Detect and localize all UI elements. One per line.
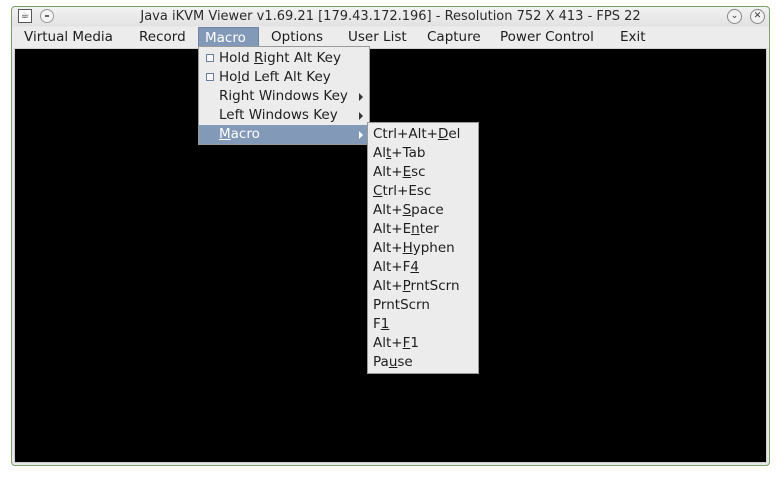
macro-alt-prntscrn[interactable]: Alt+PrntScrn [373,277,460,296]
macro-alt-enter[interactable]: Alt+Enter [373,220,439,239]
menu-item-label: Hold Left Alt Key [219,69,331,85]
macro-pause[interactable]: Pause [373,353,413,372]
menu-bar: Virtual Media Record Macro Options User … [12,27,769,48]
macro-dropdown-menu: Hold Right Alt Key Hold Left Alt Key Rig… [198,46,370,145]
menu-exit[interactable]: Exit [614,27,652,48]
title-bar[interactable]: ☕ Java iKVM Viewer v1.69.21 [179.43.172.… [12,7,769,26]
menu-options[interactable]: Options [265,27,329,48]
macro-ctrl-alt-del[interactable]: Ctrl+Alt+Del [373,125,460,144]
macro-alt-hyphen[interactable]: Alt+Hyphen [373,239,455,258]
menu-power-control[interactable]: Power Control [494,27,600,48]
menu-item-label: Hold Right Alt Key [219,50,341,66]
menu-item-macro[interactable]: Macro [199,125,369,144]
macro-alt-esc[interactable]: Alt+Esc [373,163,426,182]
menu-item-right-windows-key[interactable]: Right Windows Key [199,87,369,106]
menu-macro[interactable]: Macro [198,27,259,48]
menu-item-left-windows-key[interactable]: Left Windows Key [199,106,369,125]
submenu-arrow-icon [359,131,363,139]
menu-item-label: Macro [219,126,260,142]
macro-submenu: Ctrl+Alt+Del Alt+Tab Alt+Esc Ctrl+Esc Al… [367,122,479,374]
macro-prntscrn[interactable]: PrntScrn [373,296,430,315]
macro-alt-f4[interactable]: Alt+F4 [373,258,419,277]
menu-user-list[interactable]: User List [342,27,413,48]
macro-alt-f1[interactable]: Alt+F1 [373,334,419,353]
close-icon[interactable]: ✕ [750,9,765,24]
menu-item-label: Right Windows Key [219,88,348,104]
menu-item-hold-left-alt-key[interactable]: Hold Left Alt Key [199,68,369,87]
submenu-arrow-icon [359,93,363,101]
macro-alt-space[interactable]: Alt+Space [373,201,444,220]
menu-item-label: Left Windows Key [219,107,338,123]
submenu-arrow-icon [359,112,363,120]
hold-left-alt-checkbox[interactable] [206,73,214,81]
minimize-icon[interactable]: ⌄ [727,9,742,24]
macro-alt-tab[interactable]: Alt+Tab [373,144,425,163]
window-title: Java iKVM Viewer v1.69.21 [179.43.172.19… [140,9,641,24]
hold-right-alt-checkbox[interactable] [206,54,214,62]
menu-virtual-media[interactable]: Virtual Media [18,27,119,48]
macro-f1[interactable]: F1 [373,315,389,334]
menu-capture[interactable]: Capture [421,27,487,48]
menu-record[interactable]: Record [133,27,192,48]
macro-ctrl-esc[interactable]: Ctrl+Esc [373,182,431,201]
menu-item-hold-right-alt-key[interactable]: Hold Right Alt Key [199,49,369,68]
